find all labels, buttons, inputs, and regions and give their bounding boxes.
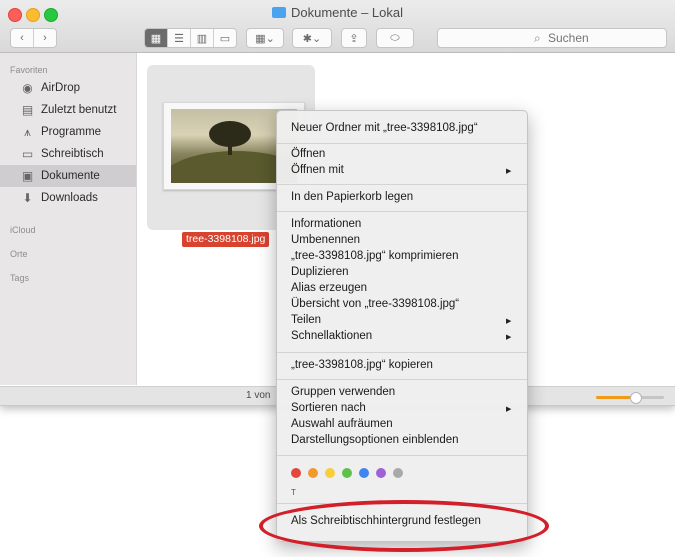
group-button[interactable]: ▦⌄ xyxy=(246,28,284,48)
sidebar-item-airdrop[interactable]: ◉ AirDrop xyxy=(0,77,136,99)
airdrop-icon: ◉ xyxy=(22,81,33,95)
icon-view-button[interactable]: ▦ xyxy=(145,29,168,47)
forward-button[interactable]: › xyxy=(34,29,56,47)
menu-separator xyxy=(277,455,527,456)
menu-item-new-folder[interactable]: Neuer Ordner mit „tree-3398108.jpg“ xyxy=(291,122,478,134)
sidebar-item-programme[interactable]: ⩚ Programme xyxy=(0,121,136,143)
sidebar-item-dokumente[interactable]: ▣ Dokumente xyxy=(0,165,136,187)
menu-item-clean-up[interactable]: Auswahl aufräumen xyxy=(291,418,393,430)
menu-item-trash[interactable]: In den Papierkorb legen xyxy=(291,191,413,203)
search-input[interactable] xyxy=(546,30,660,46)
file-name-label[interactable]: tree-3398108.jpg xyxy=(182,232,270,247)
menu-item-rename[interactable]: Umbenennen xyxy=(291,234,360,246)
tag-color-dot[interactable] xyxy=(359,468,369,478)
share-button[interactable]: ⇪ xyxy=(341,28,367,48)
back-button[interactable]: ‹ xyxy=(11,29,34,47)
slider-fill xyxy=(596,396,634,399)
submenu-arrow-icon: ▶ xyxy=(506,334,512,341)
search-icon: ⌕ xyxy=(534,31,541,45)
tag-color-dot[interactable] xyxy=(325,468,335,478)
sidebar-section-favoriten: Favoriten xyxy=(10,65,48,75)
menu-item-compress[interactable]: „tree-3398108.jpg“ komprimieren xyxy=(291,250,458,262)
menu-item-share[interactable]: Teilen xyxy=(291,314,321,326)
menu-item-sort-by[interactable]: Sortieren nach xyxy=(291,402,366,414)
submenu-arrow-icon: ▶ xyxy=(506,318,512,325)
window-title-text: Dokumente – Lokal xyxy=(290,5,403,20)
status-text: 1 von xyxy=(246,390,271,401)
menu-separator xyxy=(277,352,527,353)
downloads-icon: ⬇ xyxy=(22,191,33,205)
menu-separator xyxy=(277,143,527,144)
sidebar-item-recents[interactable]: ▤ Zuletzt benutzt xyxy=(0,99,136,121)
menu-item-info[interactable]: Informationen xyxy=(291,218,361,230)
slider-knob[interactable] xyxy=(630,392,642,404)
tags-button[interactable]: ⬭ xyxy=(376,28,414,48)
submenu-arrow-icon: ▶ xyxy=(506,168,512,175)
gallery-view-button[interactable]: ▭ xyxy=(214,29,236,47)
documents-icon: ▣ xyxy=(21,169,34,183)
sidebar-section-tags: Tags xyxy=(10,273,30,283)
menu-item-copy[interactable]: „tree-3398108.jpg“ kopieren xyxy=(291,359,433,371)
action-button[interactable]: ✱⌄ xyxy=(292,28,332,48)
tag-color-dot[interactable] xyxy=(342,468,352,478)
menu-item-quick-actions[interactable]: Schnellaktionen xyxy=(291,330,372,342)
tree-crown xyxy=(209,121,251,147)
share-icon: ⇪ xyxy=(349,32,359,45)
sidebar-item-label: Dokumente xyxy=(41,170,100,182)
folder-icon xyxy=(271,7,286,18)
recents-icon: ▤ xyxy=(21,103,34,117)
sidebar-item-schreibtisch[interactable]: ▭ Schreibtisch xyxy=(0,143,136,165)
sidebar-item-label: Schreibtisch xyxy=(41,148,104,160)
menu-item-open[interactable]: Öffnen xyxy=(291,148,325,160)
menu-item-quicklook[interactable]: Übersicht von „tree-3398108.jpg“ xyxy=(291,298,459,310)
menu-item-use-groups[interactable]: Gruppen verwenden xyxy=(291,386,395,398)
sidebar-item-downloads[interactable]: ⬇ Downloads xyxy=(0,187,136,209)
gear-icon: ✱⌄ xyxy=(302,32,322,45)
sidebar-item-label: Downloads xyxy=(41,192,98,204)
menu-item-view-options[interactable]: Darstellungsoptionen einblenden xyxy=(291,434,459,446)
tag-color-dot[interactable] xyxy=(393,468,403,478)
tag-color-dot[interactable] xyxy=(291,468,301,478)
desktop-icon: ▭ xyxy=(21,147,34,161)
context-menu: Neuer Ordner mit „tree-3398108.jpg“ Öffn… xyxy=(276,110,528,542)
nav-buttons: ‹ › xyxy=(10,28,57,48)
sidebar-section-icloud: iCloud xyxy=(10,225,36,235)
sidebar-item-label: Zuletzt benutzt xyxy=(41,104,117,116)
search-field[interactable]: ⌕ xyxy=(437,28,667,48)
sidebar: Favoriten ◉ AirDrop ▤ Zuletzt benutzt ⩚ … xyxy=(0,53,137,385)
titlebar: Dokumente – Lokal ‹ › ▦ ☰ ▥ ▭ ▦⌄ ✱⌄ ⇪ ⬭ … xyxy=(0,0,675,53)
menu-separator xyxy=(277,211,527,212)
menu-item-alias[interactable]: Alias erzeugen xyxy=(291,282,367,294)
applications-icon: ⩚ xyxy=(24,124,31,139)
menu-item-open-with[interactable]: Öffnen mit xyxy=(291,164,344,176)
group-icon: ▦⌄ xyxy=(255,32,275,45)
sidebar-item-label: Programme xyxy=(41,126,102,138)
tag-color-dot[interactable] xyxy=(376,468,386,478)
tag-color-dot[interactable] xyxy=(308,468,318,478)
menu-item-duplicate[interactable]: Duplizieren xyxy=(291,266,349,278)
menu-separator xyxy=(277,184,527,185)
list-view-button[interactable]: ☰ xyxy=(168,29,191,47)
icon-size-slider[interactable] xyxy=(596,392,664,404)
tag-icon: ⬭ xyxy=(390,31,400,44)
window-title: Dokumente – Lokal xyxy=(0,5,675,20)
highlight-oval xyxy=(259,500,549,552)
menu-item-tags[interactable]: T xyxy=(291,488,296,497)
submenu-arrow-icon: ▶ xyxy=(506,406,512,413)
sidebar-section-orte: Orte xyxy=(10,249,28,259)
view-switcher: ▦ ☰ ▥ ▭ xyxy=(144,28,237,48)
menu-separator xyxy=(277,379,527,380)
column-view-button[interactable]: ▥ xyxy=(191,29,214,47)
sidebar-item-label: AirDrop xyxy=(41,82,80,94)
